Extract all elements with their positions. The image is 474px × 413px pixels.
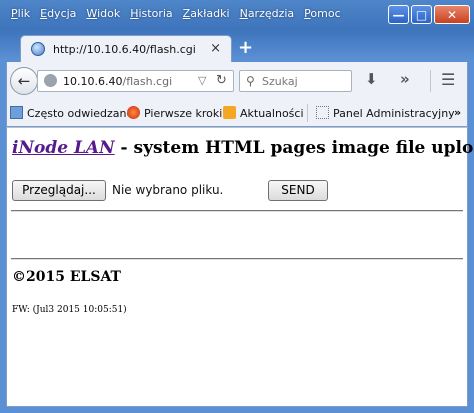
menu-plik[interactable]: Plik [6, 6, 35, 24]
brand-link[interactable]: iNode LAN [12, 138, 115, 158]
back-arrow-icon: ← [17, 72, 31, 90]
bookmark-czesto-odwiedzane[interactable]: Często odwiedzane [10, 106, 133, 120]
back-button[interactable]: ← [10, 67, 38, 95]
menu-historia[interactable]: Historia [125, 6, 177, 24]
menu-pomoc[interactable]: Pomoc [299, 6, 345, 24]
send-button[interactable]: SEND [268, 180, 328, 201]
new-tab-button[interactable]: + [238, 37, 253, 58]
browse-button[interactable]: Przeglądaj... [12, 180, 106, 201]
menu-zakladki[interactable]: Zakładki [178, 6, 235, 24]
url-dropdown-icon[interactable]: ▽ [198, 74, 206, 87]
page-icon [316, 106, 329, 119]
firmware-version: FW: (Jul3 2015 10:05:51) [12, 305, 127, 315]
hamburger-menu-icon[interactable]: ☰ [441, 70, 455, 89]
close-icon: ✕ [446, 7, 458, 22]
tab-flash-cgi[interactable]: http://10.10.6.40/flash.cgi × [20, 35, 232, 62]
rss-icon [223, 106, 236, 119]
menu-edycja[interactable]: Edycja [35, 6, 81, 24]
browser-window: Plik Edycja Widok Historia Zakładki Narz… [0, 0, 474, 413]
toolbar-divider [430, 70, 431, 92]
minimize-icon: — [392, 7, 405, 22]
download-icon[interactable]: ⬇ [365, 70, 378, 88]
bookmark-divider [307, 104, 308, 122]
tab-close-icon[interactable]: × [210, 41, 221, 56]
overflow-chevron-icon[interactable]: » [400, 70, 410, 88]
url-bar[interactable]: 10.10.6.40/flash.cgi ▽ ↻ [37, 70, 234, 92]
bookmark-pierwsze-kroki[interactable]: Pierwsze kroki [127, 106, 222, 120]
bookmarks-overflow-icon[interactable]: » [454, 106, 461, 119]
minimize-button[interactable]: — [388, 5, 409, 24]
menu-bar: Plik Edycja Widok Historia Zakładki Narz… [6, 6, 346, 24]
divider [11, 258, 463, 260]
copyright: ©2015 ELSAT [12, 269, 121, 285]
reload-icon[interactable]: ↻ [216, 73, 227, 88]
no-file-label: Nie wybrano pliku. [112, 183, 224, 197]
maximize-icon: □ [415, 7, 428, 22]
globe-icon [31, 42, 45, 56]
navigation-bar: ← 10.10.6.40/flash.cgi ▽ ↻ ⚲ Szukaj ⬇ » … [6, 62, 468, 100]
page-title: iNode LAN - system HTML pages image file… [12, 138, 474, 158]
firefox-icon [127, 106, 140, 119]
url-text: 10.10.6.40/flash.cgi [63, 75, 173, 88]
menu-widok[interactable]: Widok [81, 6, 125, 24]
close-window-button[interactable]: ✕ [434, 5, 470, 24]
window-controls: — □ ✕ [388, 5, 470, 24]
tab-strip: http://10.10.6.40/flash.cgi × + [6, 32, 468, 62]
bookmarks-bar: Często odwiedzane Pierwsze kroki Aktualn… [6, 100, 468, 127]
search-icon: ⚲ [246, 74, 255, 88]
tab-title: http://10.10.6.40/flash.cgi [53, 43, 196, 56]
bookmark-aktualnosci[interactable]: Aktualności [223, 106, 304, 120]
page-content: iNode LAN - system HTML pages image file… [6, 127, 474, 407]
site-info-icon[interactable] [44, 74, 57, 87]
bookmark-panel-administracyjny[interactable]: Panel Administracyjny [316, 106, 455, 120]
frequent-icon [10, 106, 23, 119]
search-input[interactable]: ⚲ Szukaj [239, 70, 352, 92]
search-placeholder: Szukaj [262, 75, 298, 88]
divider [11, 210, 463, 212]
menu-narzedzia[interactable]: Narzędzia [235, 6, 300, 24]
maximize-button[interactable]: □ [411, 5, 432, 24]
